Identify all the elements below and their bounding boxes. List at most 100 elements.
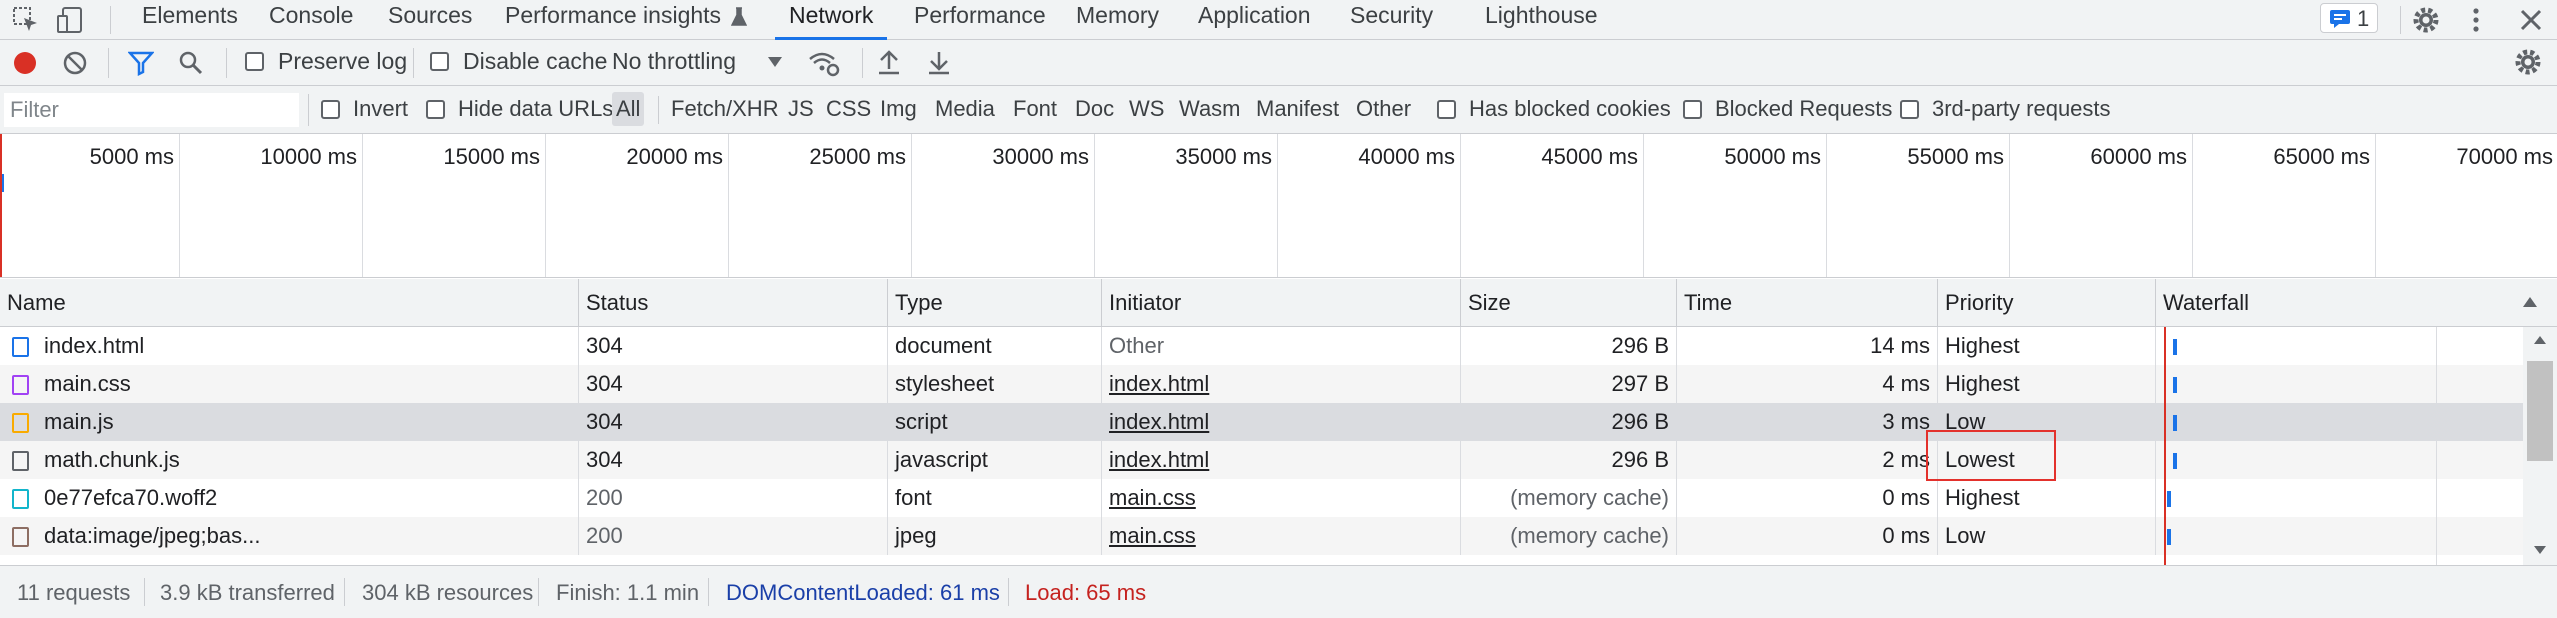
network-overview-timeline[interactable]: 5000 ms 10000 ms 15000 ms 20000 ms 25000 ms 3… xyxy=(0,134,2557,278)
type-filter-img[interactable]: Img xyxy=(880,92,917,126)
close-devtools-icon[interactable] xyxy=(2515,4,2547,36)
column-header-waterfall-label: Waterfall xyxy=(2163,290,2249,315)
scrollbar-thumb[interactable] xyxy=(2527,361,2553,461)
cell-status: 304 xyxy=(586,409,623,434)
cell-initiator[interactable]: main.css xyxy=(1109,523,1196,548)
invert-checkbox[interactable] xyxy=(321,100,340,119)
tab-elements[interactable]: Elements xyxy=(142,0,238,40)
column-header-priority[interactable]: Priority xyxy=(1937,279,2155,327)
settings-gear-icon[interactable] xyxy=(2410,4,2442,36)
tab-security[interactable]: Security xyxy=(1350,0,1433,40)
request-row[interactable]: index.html 304 document Other 296 B 14 ms High… xyxy=(0,327,2523,365)
clear-icon[interactable] xyxy=(62,50,88,76)
cell-status: 304 xyxy=(586,447,623,472)
request-row[interactable]: 0e77efca70.woff2 200 font main.css (memory c… xyxy=(0,479,2523,517)
type-filter-doc[interactable]: Doc xyxy=(1075,92,1114,126)
cell-time: 14 ms xyxy=(1870,333,1930,358)
network-conditions-icon[interactable] xyxy=(808,49,840,77)
throttling-select[interactable]: No throttling xyxy=(612,44,792,82)
scroll-up-icon[interactable] xyxy=(2533,335,2547,345)
type-filter-wasm[interactable]: Wasm xyxy=(1179,92,1241,126)
column-header-time[interactable]: Time xyxy=(1676,279,1937,327)
cell-name-container: 0e77efca70.woff2 xyxy=(0,479,578,517)
request-row[interactable]: main.js 304 script index.html 296 B3 ms Low xyxy=(0,403,2523,441)
cell-initiator[interactable]: main.css xyxy=(1109,485,1196,510)
cell-size-container: 296 B xyxy=(1460,441,1676,479)
device-toolbar-icon[interactable] xyxy=(55,4,87,36)
network-settings-gear-icon[interactable] xyxy=(2512,46,2544,78)
blocked-requests-checkbox[interactable] xyxy=(1683,100,1702,119)
inspect-element-icon[interactable] xyxy=(10,4,42,36)
type-filter-fetch-xhr[interactable]: Fetch/XHR xyxy=(671,92,779,126)
tab-performance[interactable]: Performance xyxy=(914,0,1046,40)
scroll-down-icon[interactable] xyxy=(2533,545,2547,555)
hide-data-urls-checkbox[interactable] xyxy=(426,100,445,119)
cell-priority-container: Highest xyxy=(1937,327,2155,365)
import-har-icon[interactable] xyxy=(876,49,902,77)
column-header-name[interactable]: Name xyxy=(0,279,578,327)
tab-lighthouse[interactable]: Lighthouse xyxy=(1485,0,1598,40)
cell-size: (memory cache) xyxy=(1510,523,1669,548)
overview-gridline xyxy=(0,134,2557,277)
filter-separator xyxy=(658,96,659,124)
toolbar-separator xyxy=(226,48,227,78)
column-header-type[interactable]: Type xyxy=(887,279,1101,327)
table-scrollbar[interactable] xyxy=(2523,327,2557,565)
column-header-status[interactable]: Status xyxy=(578,279,887,327)
summary-separator xyxy=(708,578,709,606)
tab-performance-insights[interactable]: Performance insights xyxy=(505,0,748,40)
type-filter-ws[interactable]: WS xyxy=(1129,92,1164,126)
annotation-highlight-box xyxy=(1926,430,2056,481)
cell-priority-container: Low xyxy=(1937,517,2155,555)
tab-console[interactable]: Console xyxy=(269,0,353,40)
request-row[interactable]: math.chunk.js 304 javascript index.html 296 … xyxy=(0,441,2523,479)
export-har-icon[interactable] xyxy=(926,49,952,77)
cell-size-container: (memory cache) xyxy=(1460,479,1676,517)
summary-resources: 304 kB resources xyxy=(362,580,534,605)
column-header-initiator[interactable]: Initiator xyxy=(1101,279,1460,327)
overview-load-line xyxy=(0,134,2,277)
waterfall-bar xyxy=(2167,529,2171,545)
issues-count: 1 xyxy=(2357,6,2370,31)
cell-type-container: jpeg xyxy=(887,517,1101,555)
cell-initiator[interactable]: index.html xyxy=(1109,371,1209,396)
type-filter-other[interactable]: Other xyxy=(1356,92,1411,126)
more-options-icon[interactable] xyxy=(2460,4,2492,36)
type-filter-media[interactable]: Media xyxy=(935,92,995,126)
type-filter-manifest[interactable]: Manifest xyxy=(1256,92,1339,126)
requests-table: Name Status Type Initiator Size Time Pri… xyxy=(0,279,2557,565)
has-blocked-cookies-checkbox[interactable] xyxy=(1437,100,1456,119)
type-filter-js[interactable]: JS xyxy=(788,92,814,126)
issues-counter[interactable]: 1 xyxy=(2320,3,2378,33)
cell-initiator[interactable]: index.html xyxy=(1109,409,1209,434)
column-header-waterfall[interactable]: Waterfall xyxy=(2155,279,2557,327)
cell-type-container: javascript xyxy=(887,441,1101,479)
waterfall-bar xyxy=(2173,377,2177,393)
network-toolbar: Preserve log Disable cache No throttling xyxy=(0,40,2557,86)
type-filter-all[interactable]: All xyxy=(612,92,645,126)
preserve-log-checkbox[interactable] xyxy=(245,52,264,71)
document-icon xyxy=(12,337,29,357)
request-row[interactable]: main.css 304 stylesheet index.html 297 B 4 ms… xyxy=(0,365,2523,403)
cell-initiator[interactable]: index.html xyxy=(1109,447,1209,472)
search-icon[interactable] xyxy=(178,50,204,76)
filter-input[interactable] xyxy=(4,93,299,127)
filter-funnel-icon[interactable] xyxy=(128,50,154,76)
column-header-size[interactable]: Size xyxy=(1460,279,1676,327)
cell-name: math.chunk.js xyxy=(44,447,180,472)
cell-time-container: 0 ms xyxy=(1676,479,1937,517)
request-row[interactable]: data:image/jpeg;bas... 200 jpeg main.css (me… xyxy=(0,517,2523,555)
record-icon[interactable] xyxy=(12,50,38,76)
tab-memory[interactable]: Memory xyxy=(1076,0,1159,40)
type-filter-font[interactable]: Font xyxy=(1013,92,1057,126)
hide-data-urls-label: Hide data URLs xyxy=(458,96,614,121)
third-party-requests-checkbox[interactable] xyxy=(1900,100,1919,119)
disable-cache-checkbox[interactable] xyxy=(430,52,449,71)
tab-application[interactable]: Application xyxy=(1198,0,1311,40)
cell-status-container: 200 xyxy=(578,517,887,555)
cell-waterfall xyxy=(2155,517,2523,555)
tab-sources[interactable]: Sources xyxy=(388,0,472,40)
tab-network[interactable]: Network xyxy=(775,0,888,40)
type-filter-css[interactable]: CSS xyxy=(826,92,871,126)
cell-type-container: script xyxy=(887,403,1101,441)
